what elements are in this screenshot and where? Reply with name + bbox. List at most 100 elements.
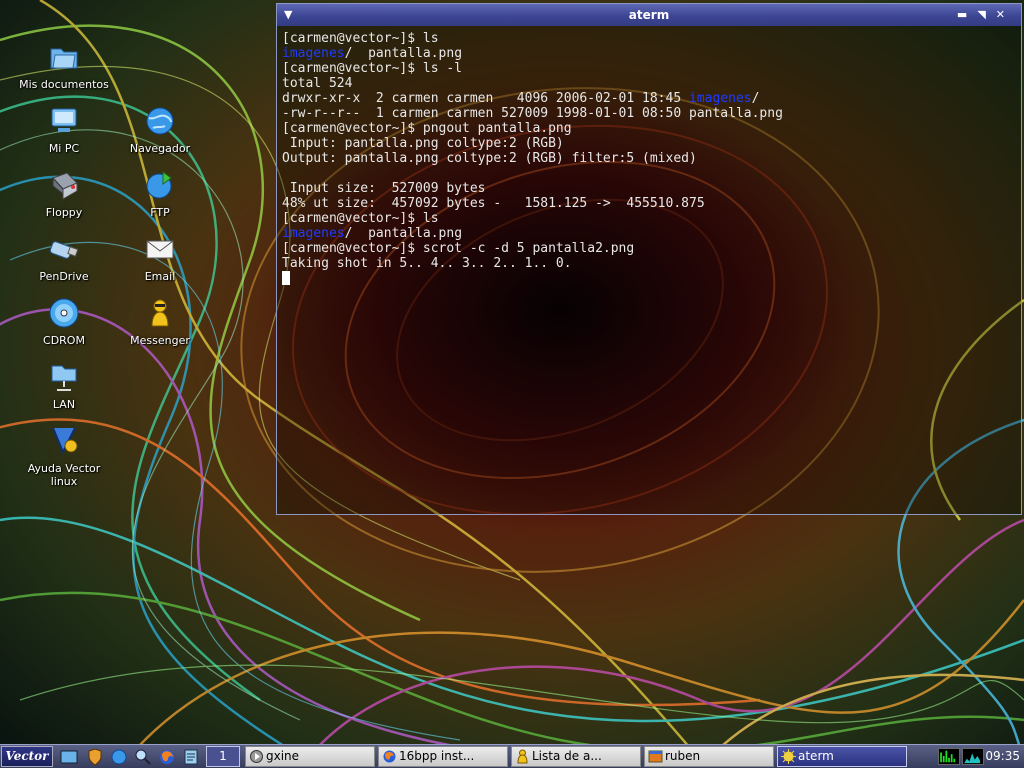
desktop-icon-messenger[interactable]: Messenger [112, 296, 208, 347]
desktop-icon-pendrive[interactable]: PenDrive [16, 232, 112, 283]
files-launch-icon[interactable] [182, 748, 200, 766]
terminal-launch-icon[interactable] [60, 748, 78, 766]
task-label: aterm [798, 749, 834, 763]
desktop-icon-mis-documentos[interactable]: Mis documentos [16, 40, 112, 91]
task-ruben[interactable]: ruben [644, 746, 774, 767]
terminal-text: total 524 [282, 76, 353, 91]
terminal-text: / [751, 91, 760, 106]
desktop-icon-label: LAN [52, 398, 76, 411]
desktop-icon-mi-pc[interactable]: Mi PC [16, 104, 112, 155]
task-label: 16bpp inst... [399, 749, 475, 763]
terminal-line: Output: pantalla.png coltype:2 (RGB) fil… [282, 151, 1021, 166]
desktop-icon-label: Ayuda Vector linux [27, 462, 101, 488]
terminal-text: 48% ut size: 457092 bytes - 1581.125 -> … [282, 196, 705, 211]
terminal-line: [carmen@vector~]$ pngout pantalla.png [282, 121, 1021, 136]
messenger-person-icon [143, 296, 177, 330]
help-vector-icon [47, 424, 81, 458]
taskbar: Vector 1 gxine 16bpp inst... Lista de a.… [0, 744, 1024, 768]
desktop-icon-label: Mi PC [48, 142, 80, 155]
desktop-icon-lan[interactable]: LAN [16, 360, 112, 411]
terminal-text: [carmen@vector~]$ pngout pantalla.png [282, 121, 572, 136]
aterm-icon [781, 749, 796, 764]
window-menu-button[interactable]: ▼ [284, 4, 292, 26]
directory-name: imagenes [282, 226, 345, 241]
firefox-launch-icon[interactable] [158, 748, 176, 766]
desktop-icon-label: Navegador [129, 142, 191, 155]
documents-folder-icon [47, 40, 81, 74]
window-titlebar[interactable]: ▼ aterm ▬◥✕ [277, 4, 1021, 26]
desktop-icon-label: Mis documentos [19, 78, 109, 91]
search-launch-icon[interactable] [134, 748, 152, 766]
task-label: Lista de a... [532, 749, 602, 763]
terminal-text: -rw-r--r-- 1 carmen carmen 527009 1998-0… [282, 106, 783, 121]
terminal-text: [carmen@vector~]$ ls -l [282, 61, 463, 76]
terminal-line: imagenes/ pantalla.png [282, 46, 1021, 61]
window-icon [648, 750, 663, 763]
text-cursor [282, 271, 290, 285]
minimize-button[interactable]: ▬ [957, 8, 977, 21]
terminal-text: [carmen@vector~]$ ls [282, 31, 439, 46]
lan-network-icon [47, 360, 81, 394]
terminal-text: / pantalla.png [344, 226, 463, 241]
cdrom-disc-icon [47, 296, 81, 330]
task-label: gxine [266, 749, 300, 763]
browser-launch-icon[interactable] [110, 748, 128, 766]
terminal-line: drwxr-xr-x 2 carmen carmen 4096 2006-02-… [282, 91, 1021, 106]
desktop-icon-floppy[interactable]: Floppy [16, 168, 112, 219]
desktop-icon-cdrom[interactable]: CDROM [16, 296, 112, 347]
terminal-output[interactable]: [carmen@vector~]$ ls imagenes/ pantalla.p… [277, 26, 1021, 514]
terminal-line: imagenes/ pantalla.png [282, 226, 1021, 241]
desktop-icon-ftp[interactable]: FTP [112, 168, 208, 219]
floppy-drive-icon [47, 168, 81, 202]
memory-monitor [962, 748, 984, 765]
browser-globe-icon [143, 104, 177, 138]
desktop-icon-email[interactable]: Email [112, 232, 208, 283]
shield-launch-icon[interactable] [86, 748, 104, 766]
terminal-text: Input size: 527009 bytes [282, 181, 486, 196]
maximize-button[interactable]: ◥ [977, 8, 995, 21]
terminal-line: Input size: 527009 bytes [282, 181, 1021, 196]
terminal-text: / pantalla.png [344, 46, 463, 61]
clock: 09:35 [985, 749, 1020, 763]
window-title: aterm [628, 8, 670, 22]
terminal-text: Taking shot in 5.. 4.. 3.. 2.. 1.. 0. [282, 256, 572, 271]
terminal-prompt-line [282, 271, 1021, 286]
directory-name: imagenes [282, 46, 345, 61]
terminal-text: [carmen@vector~]$ scrot -c -d 5 pantalla… [282, 241, 635, 256]
task-aterm[interactable]: aterm [777, 746, 907, 767]
task-lista-de-a[interactable]: Lista de a... [511, 746, 641, 767]
desktop-icon-ayuda-vector[interactable]: Ayuda Vector linux [16, 424, 112, 488]
desktop-icon-label: Floppy [45, 206, 83, 219]
cpu-monitor [938, 748, 960, 765]
desktop-icon-navegador[interactable]: Navegador [112, 104, 208, 155]
task-gxine[interactable]: gxine [245, 746, 375, 767]
window-controls: ▬◥✕ [957, 4, 1015, 26]
terminal-line: [carmen@vector~]$ scrot -c -d 5 pantalla… [282, 241, 1021, 256]
gxine-icon [250, 750, 263, 763]
terminal-text: [carmen@vector~]$ ls [282, 211, 439, 226]
desktop-icon-label: FTP [150, 206, 170, 219]
terminal-line: [carmen@vector~]$ ls [282, 211, 1021, 226]
terminal-line: Taking shot in 5.. 4.. 3.. 2.. 1.. 0. [282, 256, 1021, 271]
workspace-pager[interactable]: 1 [206, 746, 240, 767]
desktop-icon-label: Messenger [130, 334, 190, 347]
terminal-text: drwxr-xr-x 2 carmen carmen 4096 2006-02-… [282, 91, 689, 106]
terminal-line: total 524 [282, 76, 1021, 91]
close-button[interactable]: ✕ [996, 8, 1015, 21]
usb-pendrive-icon [47, 232, 81, 266]
terminal-line: -rw-r--r-- 1 carmen carmen 527009 1998-0… [282, 106, 1021, 121]
desktop-icon-label: CDROM [43, 334, 85, 347]
terminal-line: [carmen@vector~]$ ls -l [282, 61, 1021, 76]
terminal-text: Output: pantalla.png coltype:2 (RGB) fil… [282, 151, 697, 166]
task-16bpp-inst[interactable]: 16bpp inst... [378, 746, 508, 767]
directory-name: imagenes [689, 91, 752, 106]
task-label: ruben [665, 749, 701, 763]
terminal-window[interactable]: ▼ aterm ▬◥✕ [carmen@vector~]$ ls imagenes… [276, 3, 1022, 515]
ftp-globe-icon [143, 168, 177, 202]
terminal-line: Input: pantalla.png coltype:2 (RGB) [282, 136, 1021, 151]
email-envelope-icon [143, 232, 177, 266]
terminal-text: Input: pantalla.png coltype:2 (RGB) [282, 136, 564, 151]
messenger-icon [517, 749, 528, 764]
start-menu-button[interactable]: Vector [1, 746, 53, 767]
